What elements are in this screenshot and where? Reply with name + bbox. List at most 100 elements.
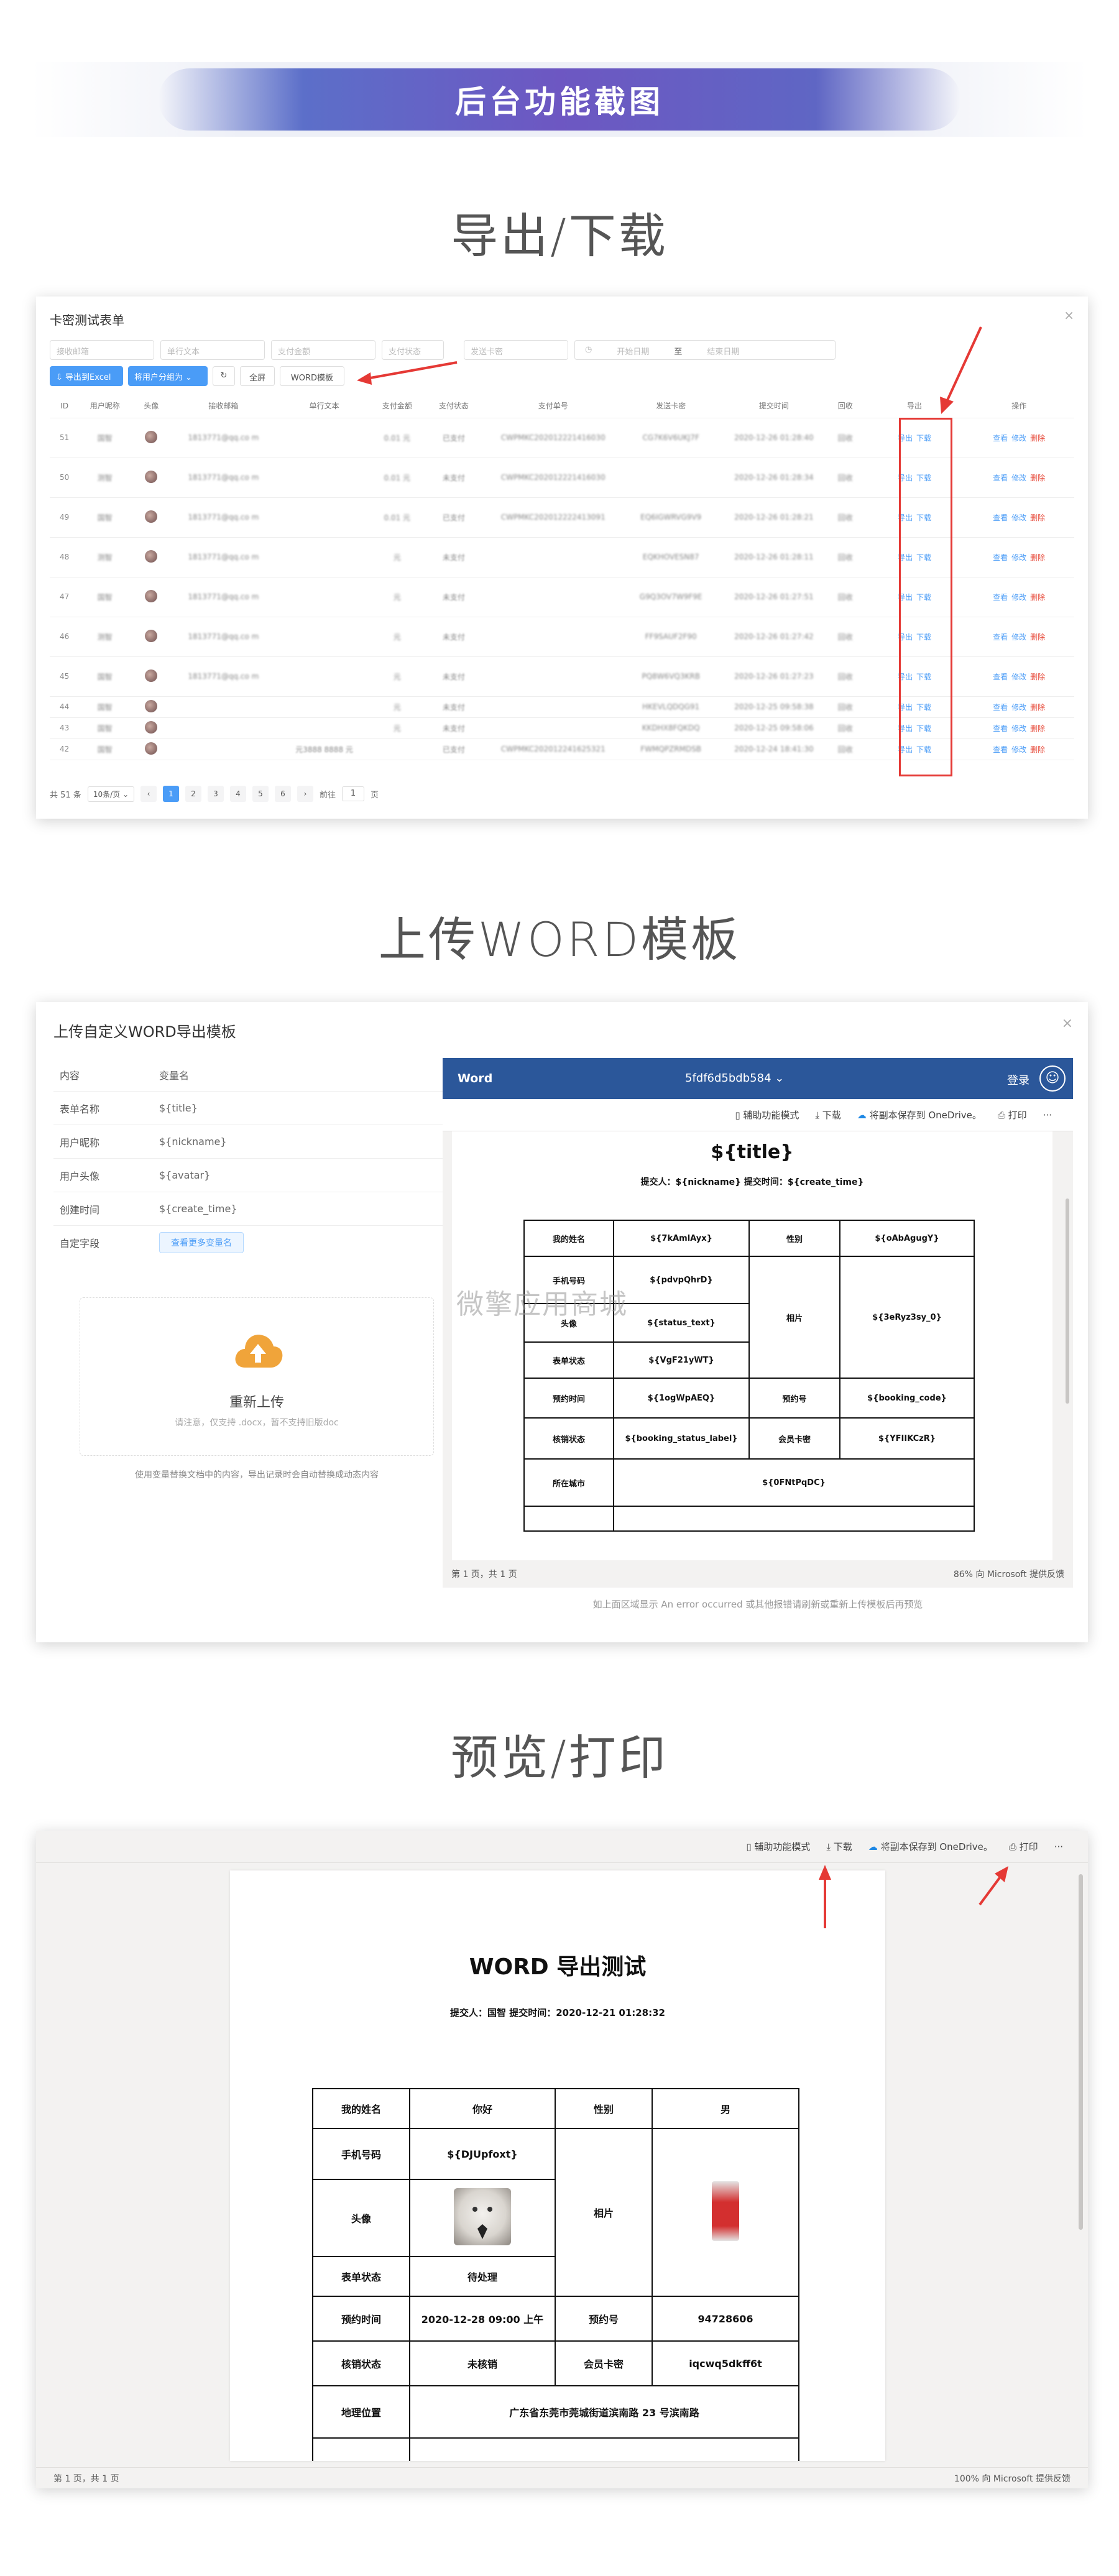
edit-link[interactable]: 修改 [1011,724,1026,733]
page-button[interactable]: 2 [185,786,201,802]
status-badge: 已支付 [420,418,487,458]
page-size-select[interactable]: 10条/页 ⌄ [87,786,134,802]
close-icon[interactable]: × [1062,1016,1073,1031]
table-cell: FF9SAUF2F90 [619,617,723,657]
delete-link[interactable]: 删除 [1030,474,1045,482]
user-icon[interactable]: ☺ [1039,1065,1066,1092]
avatar-cell [131,738,172,760]
login-link[interactable]: 登录 [1007,1072,1029,1088]
upload-dropzone[interactable]: 重新上传 请注意，仅支持 .docx，暂不支持旧版doc [80,1297,434,1456]
zoom-feedback[interactable]: 100% 向 Microsoft 提供反馈 [954,2472,1071,2485]
view-link[interactable]: 查看 [993,474,1008,482]
delete-link[interactable]: 删除 [1030,673,1045,681]
page-button[interactable]: 5 [252,786,269,802]
end-date: 结束日期 [707,347,740,357]
edit-link[interactable]: 修改 [1011,633,1026,642]
table-cell: CWPMKC202012221416030 [487,418,620,458]
card-filter-input[interactable]: 发送卡密 [464,340,568,360]
avatar-image [454,2188,511,2245]
table-cell: 国智 [79,717,131,739]
variable-list: 内容 变量名 表单名称 ${title} 用户昵称 ${nickname} 用户… [53,1058,458,1259]
column-header: 接收邮箱 [172,394,275,418]
save-onedrive-button[interactable]: ☁ 将副本保存到 OneDrive。 [857,1108,982,1121]
delete-link[interactable]: 删除 [1030,434,1045,443]
table-cell: 手机号码 [312,2128,410,2180]
next-page-button[interactable]: › [297,786,313,802]
table-cell: 0.01 元 [373,418,421,458]
word-template-button[interactable]: WORD模板 [280,366,344,386]
prev-page-button[interactable]: ‹ [140,786,157,802]
custom-field-label: 自定字段 [60,1238,100,1249]
download-button[interactable]: ⤓ 下载 [826,1840,852,1853]
edit-link[interactable]: 修改 [1011,673,1026,681]
text-filter-input[interactable]: 单行文本 [160,340,265,360]
word-online-viewer: Word 5fdf6d5bdb584 ⌄ 登录 ☺ ▯ 辅助功能模式 ⤓ 下载 … [443,1058,1073,1588]
page-button[interactable]: 4 [230,786,246,802]
fullscreen-button[interactable]: 全屏 [240,366,275,386]
view-link[interactable]: 查看 [993,703,1008,712]
page-button[interactable]: 6 [275,786,291,802]
more-button[interactable]: ··· [1043,1110,1052,1121]
document-name[interactable]: 5fdf6d5bdb584 ⌄ [685,1072,784,1085]
status-filter-select[interactable]: 支付状态 [382,340,444,360]
edit-link[interactable]: 修改 [1011,703,1026,712]
delete-link[interactable]: 删除 [1030,553,1045,562]
print-button[interactable]: ⎙ 打印 [1009,1840,1038,1853]
document-page: ${title} 提交人：${nickname} 提交时间：${create_t… [452,1131,1052,1560]
delete-link[interactable]: 删除 [1030,703,1045,712]
delete-link[interactable]: 删除 [1030,633,1045,642]
page-count: 第 1 页，共 1 页 [53,2473,119,2484]
table-cell: 1813771@qq.co m [172,458,275,498]
accessibility-mode-button[interactable]: ▯ 辅助功能模式 [735,1108,799,1121]
more-variables-button[interactable]: 查看更多变量名 [159,1232,244,1253]
dialog-title: 上传自定义WORD导出模板 [53,1023,236,1041]
table-cell: 2020-12-26 01:27:23 [722,656,826,697]
edit-link[interactable]: 修改 [1011,513,1026,522]
avatar-cell [131,458,172,498]
delete-link[interactable]: 删除 [1030,513,1045,522]
table-cell: ${status_text} [613,1303,750,1343]
save-onedrive-button[interactable]: ☁ 将副本保存到 OneDrive。 [868,1840,993,1853]
download-button[interactable]: ⤓ 下载 [815,1108,840,1121]
edit-link[interactable]: 修改 [1011,434,1026,443]
edit-link[interactable]: 修改 [1011,553,1026,562]
view-link[interactable]: 查看 [993,434,1008,443]
page-button[interactable]: 1 [163,786,179,802]
page-button[interactable]: 3 [208,786,224,802]
refresh-button[interactable]: ↻ [213,366,235,386]
avatar [145,510,158,523]
total-count: 共 51 条 [50,790,81,800]
table-cell: 2020-12-26 01:28:11 [722,537,826,577]
view-link[interactable]: 查看 [993,745,1008,754]
delete-link[interactable]: 删除 [1030,724,1045,733]
view-link[interactable]: 查看 [993,513,1008,522]
view-link[interactable]: 查看 [993,673,1008,681]
view-link[interactable]: 查看 [993,593,1008,602]
column-header: 单行文本 [275,394,374,418]
edit-link[interactable]: 修改 [1011,474,1026,482]
edit-link[interactable]: 修改 [1011,593,1026,602]
amount-filter-input[interactable]: 支付金额 [271,340,375,360]
email-filter-input[interactable]: 接收邮箱 [50,340,154,360]
print-button[interactable]: ⎙ 打印 [998,1108,1027,1121]
actions-cell: 查看 修改 删除 [964,717,1074,739]
edit-link[interactable]: 修改 [1011,745,1026,754]
scrollbar[interactable] [1079,1874,1083,2230]
goto-page-input[interactable]: 1 [342,786,365,801]
table-row: 我的姓名 你好 性别 男 [312,2088,799,2129]
accessibility-mode-button[interactable]: ▯ 辅助功能模式 [746,1840,810,1853]
table-cell [275,696,374,718]
date-range-picker[interactable]: ◷ 开始日期 至 结束日期 [574,340,836,360]
view-link[interactable]: 查看 [993,553,1008,562]
delete-link[interactable]: 删除 [1030,593,1045,602]
view-link[interactable]: 查看 [993,724,1008,733]
more-button[interactable]: ··· [1054,1841,1063,1852]
scrollbar[interactable] [1066,1198,1069,1404]
export-excel-button[interactable]: ⇩ 导出到Excel [50,366,123,386]
zoom-feedback[interactable]: 86% 向 Microsoft 提供反馈 [954,1568,1064,1580]
view-link[interactable]: 查看 [993,633,1008,642]
section-title-export: 导出/下载 [451,208,668,264]
close-icon[interactable]: × [1064,308,1074,323]
assign-group-button[interactable]: 将用户分组为 ⌄ [128,366,208,386]
delete-link[interactable]: 删除 [1030,745,1045,754]
